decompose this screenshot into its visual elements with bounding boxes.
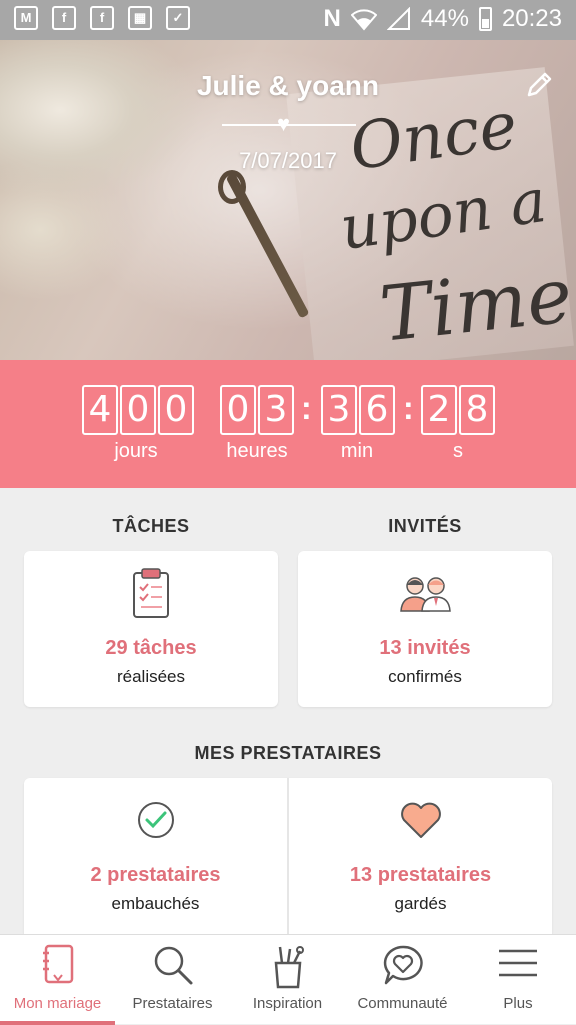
guests-count: 13 invités xyxy=(379,637,471,659)
countdown-label-minutes: min xyxy=(340,440,374,462)
countdown-digit: 2 xyxy=(421,385,457,435)
cover-photo[interactable]: Once upon a Time Julie & yoann ♥ 7/07/20… xyxy=(0,40,576,360)
notification-icons: M f f ▦ ✓ xyxy=(14,6,190,30)
clipboard-icon xyxy=(133,568,169,618)
tasks-subtitle: réalisées xyxy=(116,667,186,686)
nav-label: Inspiration xyxy=(252,995,323,1012)
vendors-card: 2 prestataires embauchés 13 prestataires… xyxy=(24,778,552,934)
countdown-label-days: jours xyxy=(114,440,158,462)
guests-title: INVITÉS xyxy=(388,516,462,536)
nav-item-plus[interactable]: Plus xyxy=(460,935,576,1025)
countdown-digit: 0 xyxy=(158,385,194,435)
countdown-digit: 0 xyxy=(220,385,256,435)
nav-label: Prestataires xyxy=(132,995,213,1012)
nav-label: Plus xyxy=(503,995,533,1012)
gallery-icon: ▦ xyxy=(128,6,152,30)
chat-heart-icon xyxy=(383,945,423,985)
tasks-card[interactable]: 29 tâches réalisées xyxy=(24,551,278,707)
tasks-title: TÂCHES xyxy=(112,516,190,536)
tasks-count: 29 tâches xyxy=(105,637,197,659)
nav-item-prestataires[interactable]: Prestataires xyxy=(115,935,230,1025)
nfc-icon: N xyxy=(323,5,341,32)
countdown-digit: 0 xyxy=(120,385,156,435)
shopping-bag-icon: ✓ xyxy=(166,6,190,30)
countdown-digit: 3 xyxy=(321,385,357,435)
vendors-saved-count: 13 prestataires xyxy=(349,864,492,886)
search-icon xyxy=(154,946,192,985)
countdown-banner: 4 0 0 0 3 : 3 6 : 2 8 jours heures min s xyxy=(0,360,576,488)
bottom-navigation: Mon mariage Prestataires Inspiration Com… xyxy=(0,934,576,1025)
vendors-hired-count: 2 prestataires xyxy=(90,864,221,886)
countdown-label-hours: heures xyxy=(226,440,288,462)
couple-names: Julie & yoann xyxy=(196,70,380,101)
signal-icon xyxy=(386,7,410,30)
heart-icon: ♥ xyxy=(277,111,291,136)
vendors-saved[interactable]: 13 prestataires gardés xyxy=(289,778,552,934)
battery-percent: 44% xyxy=(420,5,469,32)
pencil-icon[interactable] xyxy=(524,70,554,100)
active-indicator xyxy=(0,1021,115,1025)
facebook-icon: f xyxy=(52,6,76,30)
vendors-saved-subtitle: gardés xyxy=(394,894,447,913)
vendors-title: MES PRESTATAIRES xyxy=(194,743,382,763)
system-status: N 44% 20:23 xyxy=(324,5,562,33)
menu-icon xyxy=(499,949,537,977)
status-bar: M f f ▦ ✓ N 44% 20:23 xyxy=(0,0,576,40)
nav-item-mon-mariage[interactable]: Mon mariage xyxy=(0,935,115,1025)
battery-icon xyxy=(478,7,492,31)
nav-label: Mon mariage xyxy=(13,995,102,1012)
nav-item-inspiration[interactable]: Inspiration xyxy=(230,935,345,1025)
guests-subtitle: confirmés xyxy=(388,667,462,686)
nav-item-communaute[interactable]: Communauté xyxy=(345,935,460,1025)
vendors-hired-subtitle: embauchés xyxy=(111,894,200,913)
nav-label: Communauté xyxy=(357,995,448,1012)
facebook-icon: f xyxy=(90,6,114,30)
gmail-icon: M xyxy=(14,6,38,30)
countdown-separator: : xyxy=(403,390,414,426)
notebook-icon xyxy=(42,944,73,984)
clock: 20:23 xyxy=(501,5,562,32)
countdown-separator: : xyxy=(301,390,312,426)
countdown-digit: 8 xyxy=(459,385,495,435)
heart-icon xyxy=(400,802,441,838)
pencil-cup-icon xyxy=(274,946,304,989)
guests-card[interactable]: 13 invités confirmés xyxy=(298,551,552,707)
countdown-label-seconds: s xyxy=(453,440,463,462)
wedding-date: 7/07/2017 xyxy=(239,148,337,173)
countdown-digit: 3 xyxy=(258,385,294,435)
vendors-hired[interactable]: 2 prestataires embauchés xyxy=(24,778,287,934)
countdown-digit: 4 xyxy=(82,385,118,435)
check-circle-icon xyxy=(137,802,174,838)
wifi-icon xyxy=(350,9,377,31)
countdown-digit: 6 xyxy=(359,385,395,435)
guests-icon xyxy=(400,577,451,612)
